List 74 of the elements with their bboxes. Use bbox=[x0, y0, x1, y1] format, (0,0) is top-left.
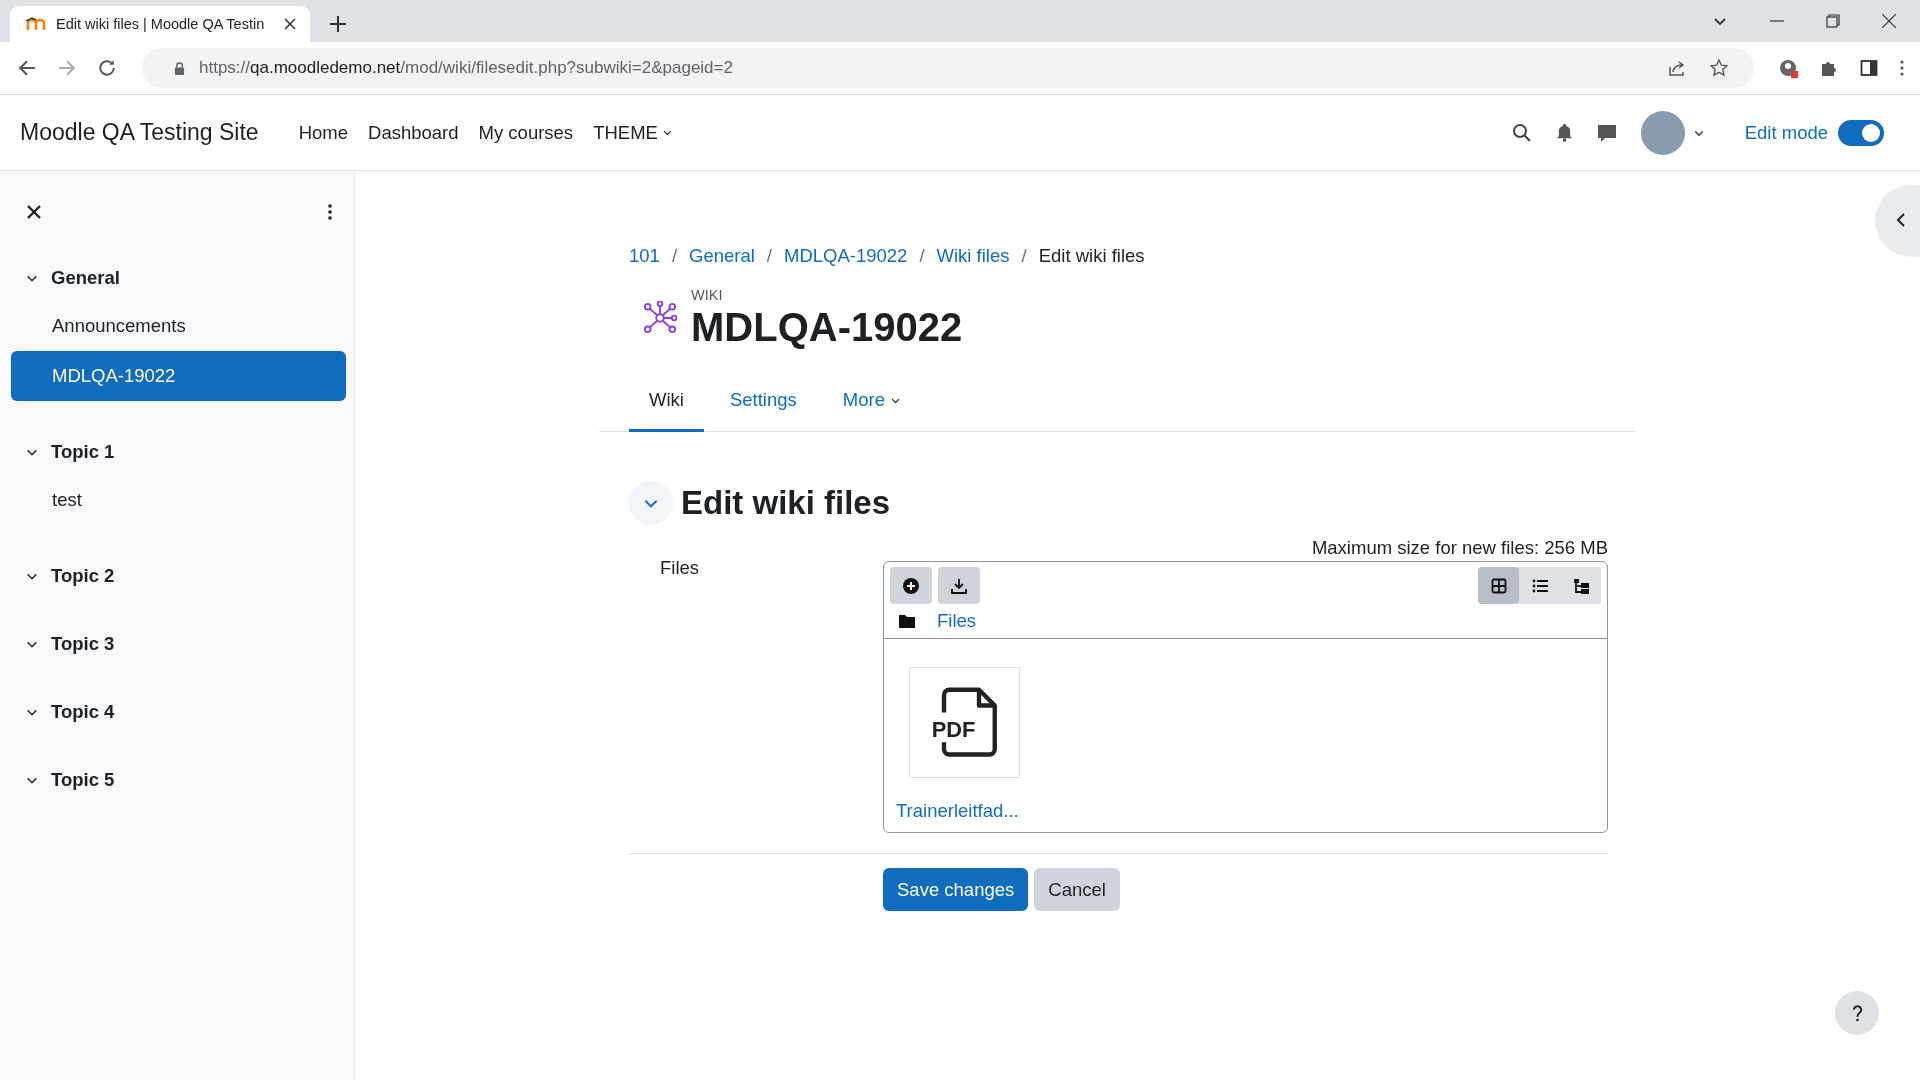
section-link[interactable]: Topic 4 bbox=[51, 701, 115, 723]
file-thumbnail[interactable]: PDF bbox=[909, 667, 1020, 778]
activity-link[interactable]: test bbox=[11, 475, 346, 525]
nav-link[interactable]: Home bbox=[298, 121, 349, 144]
lock-icon bbox=[174, 61, 185, 75]
list-icon bbox=[1531, 577, 1548, 594]
side-panel-icon[interactable] bbox=[1860, 59, 1878, 77]
breadcrumb-link[interactable]: 101 bbox=[629, 245, 660, 267]
download-icon bbox=[951, 577, 967, 594]
restore-icon[interactable] bbox=[1826, 14, 1840, 28]
nav-link[interactable]: Dashboard bbox=[368, 121, 459, 144]
close-icon[interactable] bbox=[27, 205, 41, 219]
search-icon[interactable] bbox=[1511, 122, 1532, 143]
breadcrumb-current: Edit wiki files bbox=[1038, 245, 1145, 267]
kebab-menu-icon[interactable] bbox=[328, 204, 332, 220]
nav-link[interactable]: My courses bbox=[478, 121, 574, 144]
field-label: Files bbox=[659, 556, 701, 580]
page-title: MDLQA-19022 bbox=[691, 305, 963, 349]
reload-icon[interactable] bbox=[98, 59, 116, 77]
extension-icon[interactable] bbox=[1778, 58, 1798, 78]
section-link[interactable]: General bbox=[51, 267, 120, 289]
network-nodes-icon bbox=[643, 301, 677, 335]
moodle-logo-icon bbox=[26, 17, 46, 31]
browser-tab[interactable]: Edit wiki files | Moodle QA Testin bbox=[10, 6, 310, 42]
view-toggle-button[interactable] bbox=[1478, 567, 1519, 604]
add-file-button[interactable] bbox=[890, 567, 932, 604]
save-button[interactable]: Save changes bbox=[883, 868, 1029, 911]
breadcrumb-separator: / bbox=[671, 245, 677, 267]
close-icon[interactable] bbox=[1882, 14, 1896, 28]
share-icon[interactable] bbox=[1668, 59, 1686, 77]
folder-path-link[interactable]: Files bbox=[937, 610, 977, 632]
drawer-toggle-button[interactable] bbox=[1876, 185, 1920, 255]
max-size-note: Maximum size for new files: 256 MB bbox=[1310, 537, 1608, 560]
breadcrumb-separator: / bbox=[1021, 245, 1027, 267]
star-icon[interactable] bbox=[1710, 59, 1728, 77]
new-tab-icon[interactable] bbox=[330, 16, 346, 32]
nav-tab[interactable]: More bbox=[822, 377, 921, 432]
breadcrumb-link[interactable]: Wiki files bbox=[936, 245, 1010, 267]
edit-mode-label: Edit mode bbox=[1744, 121, 1828, 144]
plus-circle-icon bbox=[903, 577, 919, 594]
section-link[interactable]: Topic 3 bbox=[51, 633, 115, 655]
section-link[interactable]: Topic 1 bbox=[51, 441, 115, 463]
section-heading: Edit wiki files bbox=[681, 484, 891, 522]
kebab-menu-icon[interactable] bbox=[1900, 60, 1904, 76]
edit-mode-toggle[interactable] bbox=[1838, 119, 1884, 146]
site-name[interactable]: Moodle QA Testing Site bbox=[20, 119, 259, 146]
section-link[interactable]: Topic 5 bbox=[51, 769, 115, 791]
address-bar[interactable]: https://qa.moodledemo.net/mod/wiki/filesedit.php?subwiki=2&pageid=2 bbox=[142, 48, 1754, 88]
bell-icon[interactable] bbox=[1555, 123, 1573, 142]
chat-bubble-icon[interactable] bbox=[1596, 122, 1617, 143]
tab-title: Edit wiki files | Moodle QA Testin bbox=[56, 16, 266, 32]
nav-link[interactable]: THEME bbox=[593, 121, 673, 144]
breadcrumb-link[interactable]: MDLQA-19022 bbox=[784, 245, 908, 267]
url-text: https://qa.moodledemo.net/mod/wiki/filesedit.php?subwiki=2&pageid=2 bbox=[199, 58, 733, 78]
grid-icon bbox=[1490, 577, 1507, 594]
help-button[interactable] bbox=[1835, 991, 1879, 1035]
activity-link[interactable]: Announcements bbox=[11, 301, 346, 351]
breadcrumb-separator: / bbox=[766, 245, 772, 267]
breadcrumb-separator: / bbox=[919, 245, 925, 267]
back-arrow-icon[interactable] bbox=[18, 59, 36, 77]
nav-tab[interactable]: Wiki bbox=[629, 377, 704, 432]
activity-type-label: WIKI bbox=[691, 287, 724, 303]
nav-tab[interactable]: Settings bbox=[709, 377, 817, 432]
folder-icon bbox=[899, 614, 915, 628]
breadcrumb-link[interactable]: General bbox=[689, 245, 755, 267]
section-link[interactable]: Topic 2 bbox=[51, 565, 115, 587]
puzzle-icon[interactable] bbox=[1820, 59, 1838, 77]
file-name-link[interactable]: Trainerleitfad... bbox=[896, 800, 1019, 822]
folder-tree-icon bbox=[1572, 577, 1589, 594]
close-icon[interactable] bbox=[284, 18, 296, 30]
cancel-button[interactable]: Cancel bbox=[1034, 868, 1120, 911]
question-mark-icon bbox=[1851, 1004, 1863, 1022]
activity-link[interactable]: MDLQA-19022 bbox=[11, 351, 346, 401]
download-button[interactable] bbox=[938, 567, 980, 604]
